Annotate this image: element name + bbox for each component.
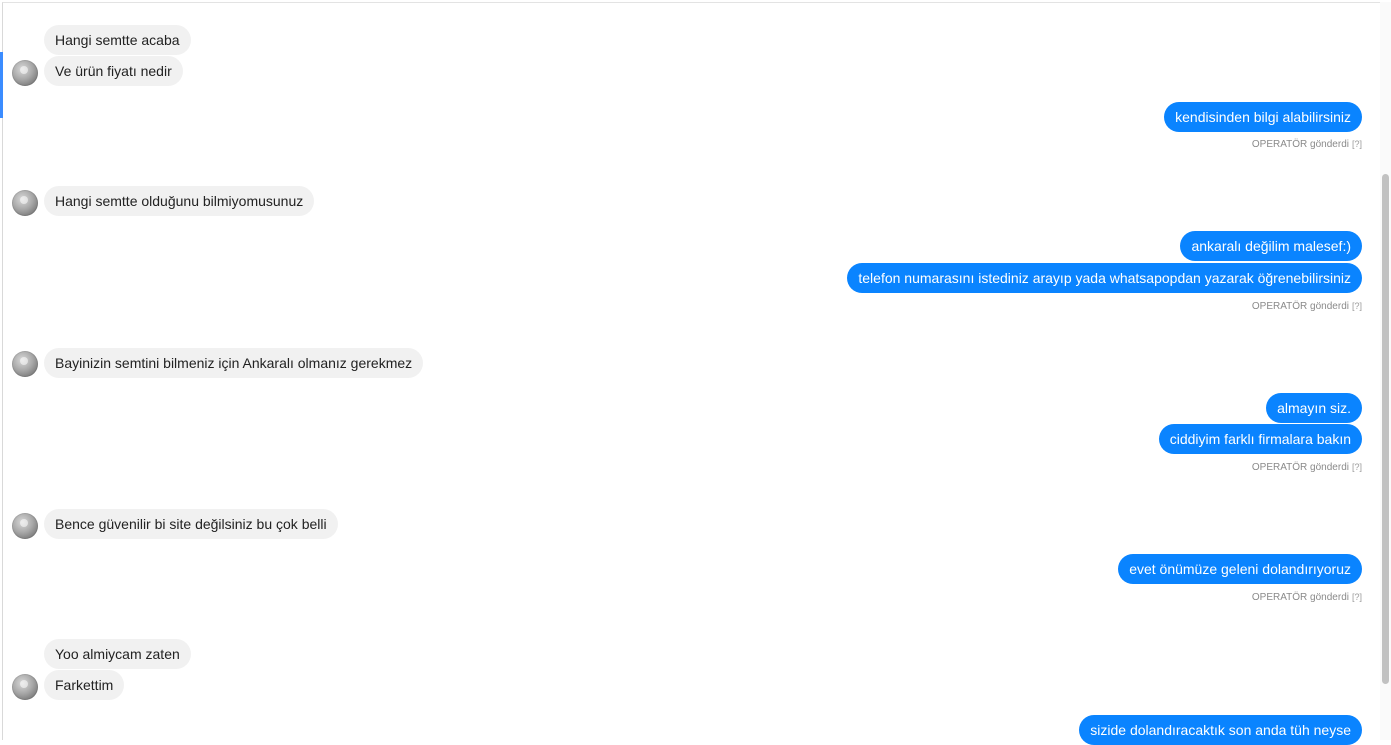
outgoing-message: kendisinden bilgi alabilirsiniz — [1164, 102, 1362, 132]
incoming-message: Hangi semtte acaba — [44, 25, 191, 55]
incoming-message: Farkettim — [44, 670, 125, 700]
incoming-message: Yoo almiycam zaten — [44, 639, 191, 669]
user-avatar-icon — [12, 513, 38, 539]
sent-by-meta: OPERATÖR gönderdi [?] — [1251, 592, 1362, 603]
outgoing-message: ankaralı değilim malesef:) — [1180, 231, 1362, 261]
help-link[interactable]: [?] — [1352, 139, 1362, 149]
incoming-message: Ve ürün fiyatı nedir — [44, 56, 183, 86]
user-avatar-icon — [12, 60, 38, 86]
help-link[interactable]: [?] — [1352, 592, 1362, 602]
outgoing-message: ciddiyim farklı firmalara bakın — [1158, 424, 1362, 454]
user-avatar-icon — [12, 190, 38, 216]
incoming-message: Hangi semtte olduğunu bilmiyomusunuz — [44, 186, 315, 216]
help-link[interactable]: [?] — [1352, 301, 1362, 311]
outgoing-message: sizide dolandıracaktık son anda tüh neys… — [1079, 715, 1362, 745]
outgoing-message: telefon numarasını istediniz arayıp yada… — [847, 263, 1362, 293]
active-indicator — [0, 52, 3, 118]
sent-by-meta: OPERATÖR gönderdi [?] — [1251, 462, 1362, 473]
incoming-message: Bence güvenilir bi site değilsiniz bu ço… — [44, 509, 338, 539]
user-avatar-icon — [12, 674, 38, 700]
help-link[interactable]: [?] — [1352, 462, 1362, 472]
outgoing-message: almayın siz. — [1266, 393, 1362, 423]
outgoing-message: evet önümüze geleni dolandırıyoruz — [1118, 554, 1362, 584]
incoming-message: Bayinizin semtini bilmeniz için Ankaralı… — [44, 348, 424, 378]
scrollbar-thumb[interactable] — [1382, 174, 1389, 684]
sent-by-meta: OPERATÖR gönderdi [?] — [1251, 139, 1362, 150]
user-avatar-icon — [12, 351, 38, 377]
sent-by-meta: OPERATÖR gönderdi [?] — [1251, 301, 1362, 312]
